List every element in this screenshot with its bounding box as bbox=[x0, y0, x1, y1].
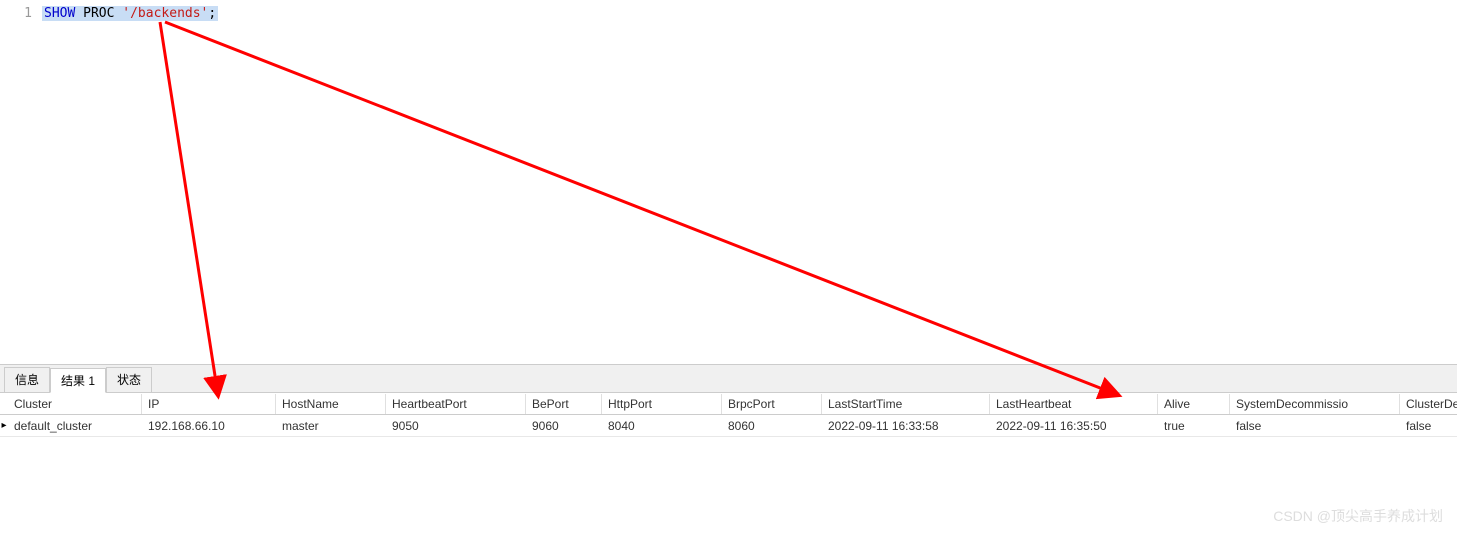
cell-laststarttime[interactable]: 2022-09-11 16:33:58 bbox=[822, 416, 990, 436]
col-header-brpcport[interactable]: BrpcPort bbox=[722, 394, 822, 414]
cell-systemdecommission[interactable]: false bbox=[1230, 416, 1400, 436]
editor-line-1[interactable]: 1 SHOW PROC '/backends'; bbox=[0, 0, 1457, 21]
table-row[interactable]: ▸ default_cluster 192.168.66.10 master 9… bbox=[0, 415, 1457, 437]
cell-beport[interactable]: 9060 bbox=[526, 416, 602, 436]
col-header-httpport[interactable]: HttpPort bbox=[602, 394, 722, 414]
cell-alive[interactable]: true bbox=[1158, 416, 1230, 436]
col-header-ip[interactable]: IP bbox=[142, 394, 276, 414]
cell-lastheartbeat[interactable]: 2022-09-11 16:35:50 bbox=[990, 416, 1158, 436]
result-grid[interactable]: Cluster IP HostName HeartbeatPort BePort… bbox=[0, 393, 1457, 437]
col-header-lastheartbeat[interactable]: LastHeartbeat bbox=[990, 394, 1158, 414]
cell-cluster[interactable]: default_cluster bbox=[8, 416, 142, 436]
sql-statement[interactable]: SHOW PROC '/backends'; bbox=[42, 6, 218, 21]
cell-httpport[interactable]: 8040 bbox=[602, 416, 722, 436]
string-literal: '/backends' bbox=[122, 6, 208, 21]
keyword-proc: PROC bbox=[75, 6, 122, 21]
col-header-heartbeatport[interactable]: HeartbeatPort bbox=[386, 394, 526, 414]
col-header-laststarttime[interactable]: LastStartTime bbox=[822, 394, 990, 414]
col-header-clusterdecommission[interactable]: ClusterDecommissio bbox=[1400, 394, 1457, 414]
col-header-alive[interactable]: Alive bbox=[1158, 394, 1230, 414]
row-indicator-icon: ▸ bbox=[0, 420, 8, 431]
cell-brpcport[interactable]: 8060 bbox=[722, 416, 822, 436]
cell-clusterdecommission[interactable]: false bbox=[1400, 416, 1457, 436]
tab-status[interactable]: 状态 bbox=[106, 367, 152, 392]
cell-ip[interactable]: 192.168.66.10 bbox=[142, 416, 276, 436]
keyword-show: SHOW bbox=[44, 6, 75, 21]
grid-header-row: Cluster IP HostName HeartbeatPort BePort… bbox=[0, 393, 1457, 415]
watermark-text: CSDN @顶尖高手养成计划 bbox=[1273, 506, 1443, 526]
tab-result-1[interactable]: 结果 1 bbox=[50, 368, 106, 393]
col-header-hostname[interactable]: HostName bbox=[276, 394, 386, 414]
cell-hostname[interactable]: master bbox=[276, 416, 386, 436]
sql-editor[interactable]: 1 SHOW PROC '/backends'; bbox=[0, 0, 1457, 365]
cell-heartbeatport[interactable]: 9050 bbox=[386, 416, 526, 436]
result-tabs: 信息 结果 1 状态 bbox=[0, 365, 1457, 393]
col-header-cluster[interactable]: Cluster bbox=[8, 394, 142, 414]
semicolon: ; bbox=[208, 6, 216, 21]
line-number: 1 bbox=[0, 6, 42, 21]
col-header-beport[interactable]: BePort bbox=[526, 394, 602, 414]
col-header-systemdecommission[interactable]: SystemDecommissio bbox=[1230, 394, 1400, 414]
tab-info[interactable]: 信息 bbox=[4, 367, 50, 392]
